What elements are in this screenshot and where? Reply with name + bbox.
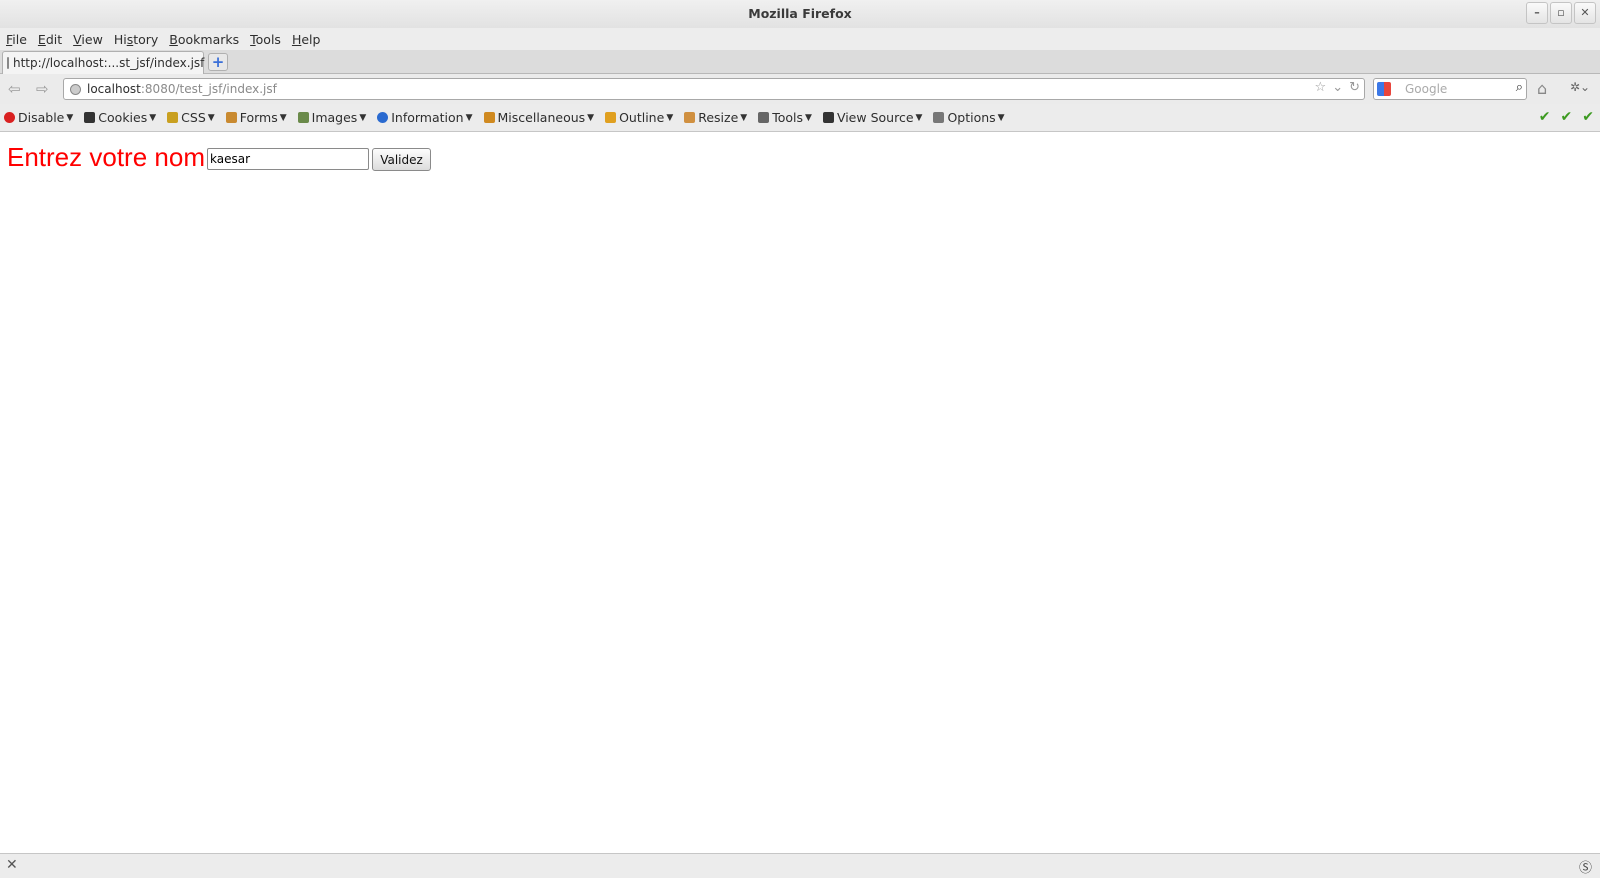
- html-check-icon[interactable]: ✔: [1539, 109, 1551, 125]
- images-icon: [297, 112, 309, 123]
- view-source-icon: [822, 112, 834, 123]
- js-check-icon[interactable]: ✔: [1582, 109, 1594, 125]
- window-title: Mozilla Firefox: [748, 6, 852, 21]
- menu-history[interactable]: History: [110, 32, 162, 47]
- window-titlebar: Mozilla Firefox – ▫ ✕: [0, 0, 1600, 28]
- new-tab-button[interactable]: +: [208, 53, 228, 71]
- disable-icon: [4, 112, 15, 123]
- globe-icon: [70, 83, 81, 95]
- navigation-bar: ⇦ ⇨ localhost:8080/test_jsf/index.jsf ☆ …: [0, 74, 1600, 104]
- tab-active[interactable]: http://localhost:...st_jsf/index.jsf: [2, 51, 204, 74]
- home-icon[interactable]: ⌂: [1537, 79, 1547, 98]
- search-box[interactable]: Google ⌕: [1373, 78, 1527, 100]
- tools-icon: [758, 112, 770, 123]
- options-icon: [933, 112, 945, 123]
- wd-miscellaneous-menu[interactable]: Miscellaneous ▼: [483, 110, 594, 125]
- menu-view[interactable]: View: [69, 32, 107, 47]
- wd-images-menu[interactable]: Images ▼: [297, 110, 366, 125]
- wd-information-menu[interactable]: Information ▼: [377, 110, 473, 125]
- search-input[interactable]: Google: [1405, 82, 1447, 96]
- information-icon: [377, 112, 389, 123]
- wd-resize-menu[interactable]: Resize ▼: [684, 110, 747, 125]
- tab-label: http://localhost:...st_jsf/index.jsf: [13, 56, 205, 70]
- wd-disable-menu[interactable]: Disable ▼: [4, 110, 73, 125]
- addon-s-icon[interactable]: Ⓢ: [1579, 857, 1592, 876]
- close-addon-bar-icon[interactable]: ✕: [6, 857, 18, 873]
- window-controls: – ▫ ✕: [1526, 2, 1596, 24]
- menu-bookmarks[interactable]: Bookmarks: [165, 32, 243, 47]
- page-content: Entrez votre nom Validez: [0, 133, 1600, 853]
- status-bar: ✕ Ⓢ: [0, 853, 1600, 878]
- outline-icon: [605, 112, 617, 123]
- dropdown-chevron-icon[interactable]: ⌄: [1332, 80, 1343, 95]
- miscellaneous-icon: [483, 112, 495, 123]
- forward-arrow-icon[interactable]: ⇨: [36, 80, 49, 98]
- name-input[interactable]: [207, 148, 369, 170]
- wd-tools-menu[interactable]: Tools ▼: [758, 110, 812, 125]
- tab-strip: http://localhost:...st_jsf/index.jsf +: [0, 50, 1600, 74]
- google-engine-icon[interactable]: [1377, 82, 1391, 96]
- wd-forms-menu[interactable]: Forms ▼: [225, 110, 287, 125]
- menubar: File Edit View History Bookmarks Tools H…: [0, 28, 1600, 50]
- search-icon[interactable]: ⌕: [1516, 80, 1523, 95]
- validation-status: ✔ ✔ ✔: [1539, 109, 1594, 125]
- wd-view-source-menu[interactable]: View Source ▼: [822, 110, 922, 125]
- wd-options-menu[interactable]: Options ▼: [933, 110, 1005, 125]
- menu-edit[interactable]: Edit: [34, 32, 66, 47]
- wd-css-menu[interactable]: CSS ▼: [167, 110, 215, 125]
- url-host: localhost: [87, 82, 141, 96]
- css-check-icon[interactable]: ✔: [1561, 109, 1573, 125]
- reload-icon[interactable]: ↻: [1349, 80, 1360, 95]
- validate-button[interactable]: Validez: [372, 148, 431, 171]
- menu-tools[interactable]: Tools: [246, 32, 285, 47]
- web-developer-toolbar: Disable ▼ Cookies ▼ CSS ▼ Forms ▼ Images ▼ In…: [0, 104, 1600, 132]
- page-icon: [7, 57, 9, 69]
- bookmark-star-icon[interactable]: ☆: [1315, 80, 1327, 95]
- close-button[interactable]: ✕: [1574, 2, 1596, 24]
- url-bar[interactable]: localhost:8080/test_jsf/index.jsf ☆ ⌄ ↻: [63, 78, 1365, 100]
- url-path: :8080/test_jsf/index.jsf: [140, 82, 277, 96]
- wd-outline-menu[interactable]: Outline ▼: [605, 110, 673, 125]
- back-arrow-icon[interactable]: ⇦: [8, 80, 21, 98]
- addon-menu-icon[interactable]: ✲⌄: [1570, 80, 1590, 94]
- menu-help[interactable]: Help: [288, 32, 325, 47]
- css-icon: [167, 112, 179, 123]
- menu-file[interactable]: File: [2, 32, 31, 47]
- forms-icon: [225, 112, 237, 123]
- name-prompt-label: Entrez votre nom: [7, 142, 205, 172]
- minimize-button[interactable]: –: [1526, 2, 1548, 24]
- url-actions: ☆ ⌄ ↻: [1315, 80, 1360, 95]
- wd-cookies-menu[interactable]: Cookies ▼: [84, 110, 156, 125]
- cookies-icon: [84, 112, 96, 123]
- resize-icon: [684, 112, 696, 123]
- maximize-button[interactable]: ▫: [1550, 2, 1572, 24]
